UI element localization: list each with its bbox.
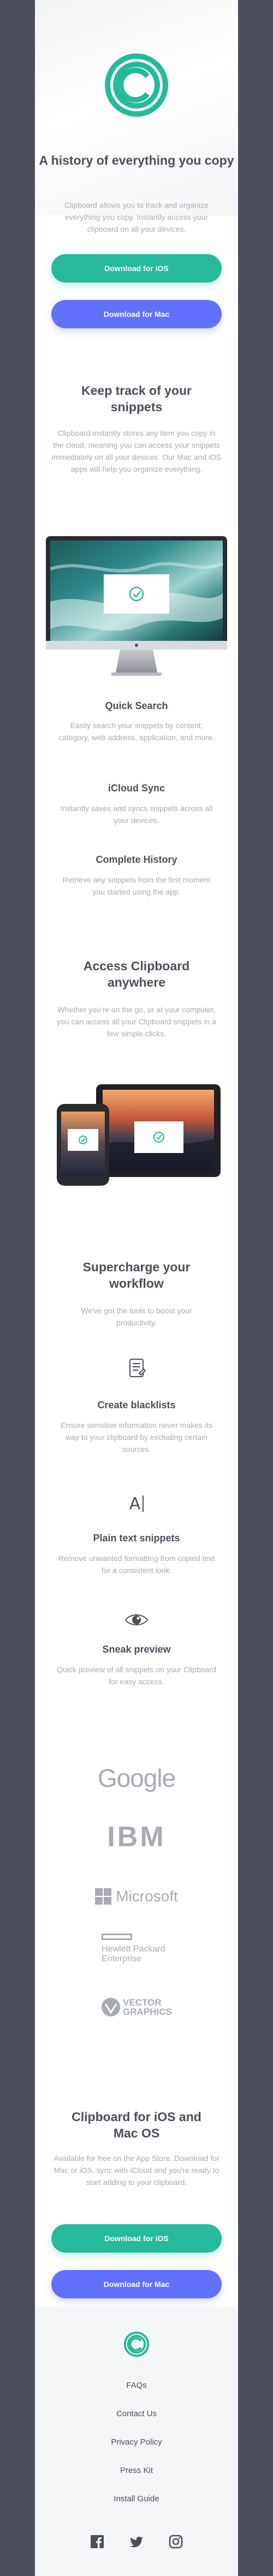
workflow-item-text-sneak-preview: Quick preview of all snippets on your Cl… xyxy=(57,1665,216,1686)
landing-page: A history of everything you copy Clipboa… xyxy=(35,0,238,2576)
snippets-title: Keep track of your snippets xyxy=(81,383,192,414)
feature-text-quick-search: Easily search your snippets by content, … xyxy=(58,721,215,742)
workflow-item-title-plain-text: Plain text snippets xyxy=(93,1533,180,1544)
tablet-and-phone-image xyxy=(57,1084,221,1186)
workflow-item-text-plain-text: Remove unwanted formatting from copied t… xyxy=(58,1554,215,1575)
clipboard-logo-icon xyxy=(105,53,168,117)
hero-download-ios-button[interactable]: Download for iOS xyxy=(51,254,222,283)
workflow-item-title-blacklists: Create blacklists xyxy=(97,1400,176,1410)
microsoft-squares-icon xyxy=(95,1888,112,1905)
feature-text-complete-history: Retrieve any snippets from the first mom… xyxy=(62,875,211,896)
microsoft-logo: Microsoft xyxy=(35,1883,238,1910)
footer-link-privacy[interactable]: Privacy Policy xyxy=(35,2437,238,2448)
footer-link-contact[interactable]: Contact Us xyxy=(35,2409,238,2419)
cta-title: Clipboard for iOS and Mac OS xyxy=(72,2110,201,2140)
facebook-icon[interactable] xyxy=(90,2534,105,2549)
desktop-device-image xyxy=(46,536,227,676)
workflow-text: We've got the tools to boost your produc… xyxy=(81,1306,192,1327)
workflow-title: Supercharge your workflow xyxy=(82,1260,191,1290)
cta-download-ios-button[interactable]: Download for iOS xyxy=(51,2224,222,2253)
footer-logo-icon[interactable] xyxy=(123,2331,150,2357)
hero-text: Clipboard allows you to track and organi… xyxy=(64,201,209,233)
footer-link-faqs[interactable]: FAQs xyxy=(35,2380,238,2391)
footer-link-press-kit[interactable]: Press Kit xyxy=(35,2465,238,2476)
access-text: Whether you're on the go, or at your com… xyxy=(57,1005,216,1038)
ibm-logo: IBM xyxy=(107,1821,166,1853)
snippets-text: Clipboard instantly stores any item you … xyxy=(51,429,222,473)
eye-icon xyxy=(124,1614,149,1625)
vector-graphics-mark-icon xyxy=(102,1998,121,2016)
cta-text: Available for free on the App Store. Dow… xyxy=(54,2154,219,2187)
google-logo: Google xyxy=(97,1764,176,1792)
feature-text-icloud-sync: Instantly saves and syncs snippets acros… xyxy=(60,804,213,825)
feature-title-complete-history: Complete History xyxy=(96,854,177,865)
hewlett-packard-enterprise-logo: Hewlett Packard Enterprise xyxy=(35,1930,238,1968)
feature-title-quick-search: Quick Search xyxy=(105,700,168,711)
hero-title: A history of everything you copy xyxy=(39,153,234,167)
cta-download-mac-button[interactable]: Download for Mac xyxy=(51,2270,222,2298)
instagram-icon[interactable] xyxy=(168,2534,183,2549)
feature-title-icloud-sync: iCloud Sync xyxy=(108,783,165,794)
text-cursor-icon: A xyxy=(124,1493,149,1515)
access-title: Access Clipboard anywhere xyxy=(83,959,190,989)
vector-graphics-logo: VECTOR GRAPHICS xyxy=(35,1993,238,2021)
footer: FAQs Contact Us Privacy Policy Press Kit… xyxy=(35,2307,238,2576)
workflow-item-title-sneak-preview: Sneak preview xyxy=(102,1644,171,1655)
footer-link-install-guide[interactable]: Install Guide xyxy=(35,2494,238,2505)
twitter-icon[interactable] xyxy=(129,2534,144,2549)
workflow-item-text-blacklists: Ensure sensitive information never makes… xyxy=(61,1421,212,1454)
document-icon xyxy=(129,1359,146,1377)
hero-download-mac-button[interactable]: Download for Mac xyxy=(51,300,222,328)
